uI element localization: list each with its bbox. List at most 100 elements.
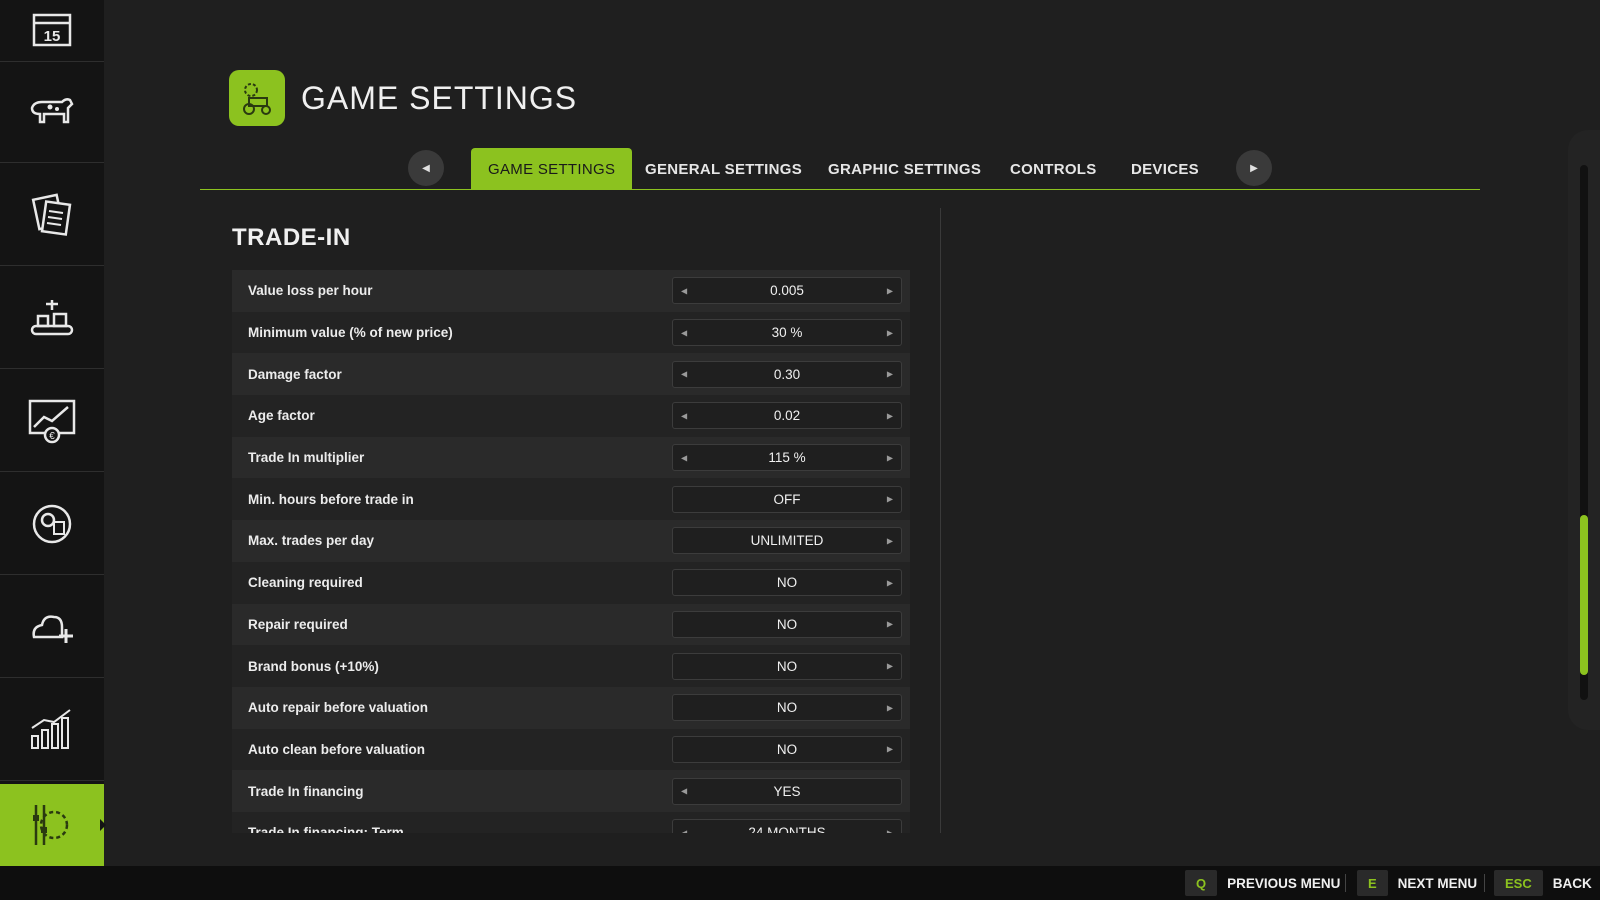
chevron-right-icon[interactable]: ▶ [887, 620, 893, 629]
chevron-right-icon[interactable]: ▶ [887, 662, 893, 671]
setting-selector[interactable]: OFF ▶ [672, 485, 902, 513]
hint-previous-menu[interactable]: Q PREVIOUS MENU [1185, 869, 1340, 897]
setting-row[interactable]: Value loss per hour ◀ 0.005 ▶ [232, 270, 910, 312]
chevron-right-icon[interactable]: ▶ [887, 578, 893, 587]
sidebar-item-animals[interactable] [0, 61, 104, 163]
hint-label: NEXT MENU [1397, 875, 1478, 891]
statistics-icon [31, 708, 71, 749]
workers-icon [32, 504, 72, 543]
setting-value: 0.02 [773, 408, 801, 424]
sidebar-item-weather[interactable] [0, 576, 104, 678]
setting-selector[interactable]: ◀ YES [672, 777, 902, 805]
chevron-left-icon[interactable]: ◀ [681, 787, 687, 796]
chevron-right-icon[interactable]: ▶ [887, 703, 893, 712]
tab-graphic-settings[interactable]: GRAPHIC SETTINGS [811, 148, 998, 190]
setting-row[interactable]: Brand bonus (+10%) NO ▶ [232, 645, 910, 687]
tractor-gear-icon [243, 83, 271, 115]
tab-game-settings[interactable]: GAME SETTINGS [471, 148, 633, 190]
key-badge: E [1357, 870, 1388, 896]
chevron-right-icon[interactable]: ▶ [887, 411, 893, 420]
chevron-left-icon[interactable]: ◀ [681, 828, 687, 833]
tab-next-button[interactable]: ▶ [1236, 150, 1272, 186]
setting-selector[interactable]: NO ▶ [672, 569, 902, 597]
setting-row[interactable]: Trade In financing ◀ YES [232, 770, 910, 812]
chevron-left-icon: ◀ [422, 162, 430, 174]
chevron-left-icon[interactable]: ◀ [681, 411, 687, 420]
setting-row[interactable]: Cleaning required NO ▶ [232, 561, 910, 604]
chevron-left-icon[interactable]: ◀ [681, 328, 687, 337]
contracts-icon [31, 192, 72, 236]
setting-selector[interactable]: ◀ 30 % ▶ [672, 319, 902, 347]
setting-selector[interactable]: ◀ 0.30 ▶ [672, 360, 902, 388]
setting-row[interactable]: Auto clean before valuation NO ▶ [232, 728, 910, 771]
setting-label: Min. hours before trade in [248, 491, 414, 507]
setting-row[interactable]: Age factor ◀ 0.02 ▶ [232, 395, 910, 437]
hint-back[interactable]: ESC BACK [1494, 869, 1592, 897]
setting-selector[interactable]: UNLIMITED ▶ [672, 527, 902, 555]
setting-label: Damage factor [248, 366, 342, 382]
setting-value: UNLIMITED [750, 533, 824, 549]
hint-label: PREVIOUS MENU [1227, 875, 1341, 891]
sidebar-item-settings[interactable] [0, 784, 106, 866]
chevron-right-icon[interactable]: ▶ [887, 828, 893, 833]
setting-row[interactable]: Trade In multiplier ◀ 115 % ▶ [232, 436, 910, 479]
title-icon [229, 70, 285, 126]
setting-value: 30 % [771, 325, 803, 341]
sidebar-item-calendar[interactable]: 15 [0, 0, 104, 62]
setting-value: 0.005 [770, 283, 804, 299]
setting-label: Brand bonus (+10%) [248, 658, 379, 674]
setting-label: Age factor [248, 408, 315, 424]
scrollbar-thumb[interactable] [1580, 515, 1588, 675]
tab-devices[interactable]: DEVICES [1114, 148, 1216, 190]
setting-selector[interactable]: NO ▶ [672, 735, 902, 763]
setting-label: Max. trades per day [248, 533, 375, 549]
column-divider [940, 208, 941, 833]
calendar-day: 15 [44, 28, 61, 45]
chevron-right-icon[interactable]: ▶ [887, 536, 893, 545]
chevron-right-icon[interactable]: ▶ [887, 328, 893, 337]
setting-value: NO [776, 658, 798, 674]
weather-icon [32, 614, 73, 643]
setting-value: YES [773, 783, 801, 799]
key-badge: Q [1185, 870, 1218, 896]
sidebar-item-contracts[interactable] [0, 164, 104, 266]
setting-row[interactable]: Trade In financing: Term ◀ 24 MONTHS ▶ [232, 811, 910, 833]
setting-selector[interactable]: ◀ 115 % ▶ [672, 444, 902, 472]
chevron-right-icon[interactable]: ▶ [887, 495, 893, 504]
setting-value: NO [776, 616, 798, 632]
setting-row[interactable]: Minimum value (% of new price) ◀ 30 % ▶ [232, 311, 910, 354]
chevron-right-icon[interactable]: ▶ [887, 745, 893, 754]
setting-value: 0.30 [773, 366, 801, 382]
hint-separator [1484, 874, 1485, 892]
hint-separator [1345, 874, 1346, 892]
tab-prev-button[interactable]: ◀ [408, 150, 444, 186]
sidebar-item-finances[interactable]: € [0, 370, 104, 472]
setting-row[interactable]: Repair required NO ▶ [232, 603, 910, 646]
setting-selector[interactable]: ◀ 24 MONTHS ▶ [672, 819, 902, 833]
setting-selector[interactable]: ◀ 0.005 ▶ [672, 277, 902, 305]
chevron-right-icon[interactable]: ▶ [887, 370, 893, 379]
chevron-left-icon[interactable]: ◀ [681, 453, 687, 462]
setting-row[interactable]: Auto repair before valuation NO ▶ [232, 686, 910, 729]
setting-selector[interactable]: ◀ 0.02 ▶ [672, 402, 902, 430]
setting-selector[interactable]: NO ▶ [672, 694, 902, 722]
settings-icon [33, 805, 69, 845]
setting-value: NO [776, 575, 798, 591]
sidebar-item-workers[interactable] [0, 473, 104, 575]
setting-row[interactable]: Max. trades per day UNLIMITED ▶ [232, 520, 910, 562]
sidebar-item-statistics[interactable] [0, 679, 104, 781]
chevron-left-icon[interactable]: ◀ [681, 370, 687, 379]
setting-selector[interactable]: NO ▶ [672, 610, 902, 638]
setting-row[interactable]: Damage factor ◀ 0.30 ▶ [232, 353, 910, 396]
chevron-right-icon[interactable]: ▶ [887, 286, 893, 295]
hint-next-menu[interactable]: E NEXT MENU [1357, 869, 1477, 897]
sidebar-item-production[interactable] [0, 267, 104, 369]
chevron-left-icon[interactable]: ◀ [681, 286, 687, 295]
tab-general-settings[interactable]: GENERAL SETTINGS [628, 148, 819, 190]
chevron-right-icon[interactable]: ▶ [887, 453, 893, 462]
tab-controls[interactable]: CONTROLS [993, 148, 1114, 190]
setting-value: NO [776, 700, 798, 716]
setting-row[interactable]: Min. hours before trade in OFF ▶ [232, 478, 910, 521]
setting-value: NO [776, 741, 798, 757]
setting-selector[interactable]: NO ▶ [672, 652, 902, 680]
